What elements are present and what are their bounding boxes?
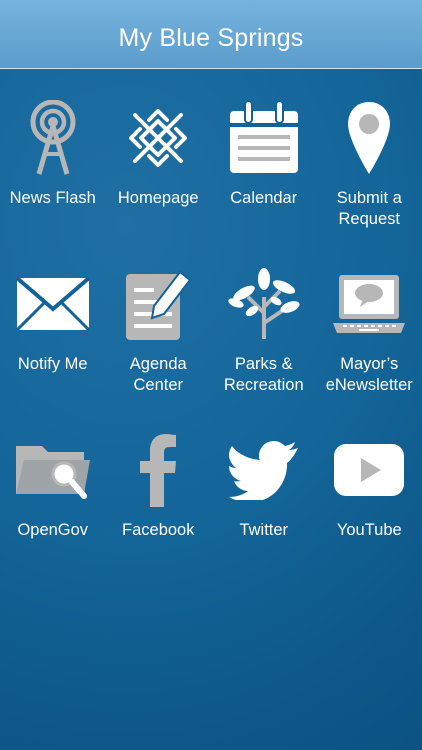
facebook-icon: [118, 430, 198, 510]
tile-twitter[interactable]: Twitter: [211, 424, 317, 590]
tile-label: News Flash: [9, 189, 96, 207]
tile-label: YouTube: [336, 521, 402, 539]
tile-label: Parks & Recreation: [223, 355, 304, 394]
tile-label: Homepage: [117, 189, 199, 207]
tile-label: OpenGov: [17, 521, 89, 539]
tile-label: Notify Me: [17, 355, 88, 373]
broadcast-tower-icon: [13, 98, 93, 178]
tile-opengov[interactable]: OpenGov: [0, 424, 106, 590]
app-title: My Blue Springs: [118, 24, 304, 52]
tile-calendar[interactable]: Calendar: [211, 92, 317, 258]
app-header: My Blue Springs: [0, 0, 422, 69]
app-tile-grid: News Flash Homepage Calendar Submit a Re…: [0, 92, 422, 590]
tile-submit-request[interactable]: Submit a Request: [317, 92, 422, 258]
tile-notify-me[interactable]: Notify Me: [0, 258, 106, 424]
tile-homepage[interactable]: Homepage: [106, 92, 212, 258]
document-pen-icon: [118, 264, 198, 344]
tile-news-flash[interactable]: News Flash: [0, 92, 106, 258]
youtube-play-icon: [329, 430, 409, 510]
tile-agenda-center[interactable]: Agenda Center: [106, 258, 212, 424]
map-pin-icon: [329, 98, 409, 178]
tile-label: Twitter: [239, 521, 289, 539]
tile-label: Calendar: [230, 189, 298, 207]
tile-label: Agenda Center: [129, 355, 187, 394]
calendar-icon: [224, 98, 304, 178]
twitter-bird-icon: [224, 430, 304, 510]
tile-label: Mayor’s eNewsletter: [325, 355, 413, 394]
tile-label: Submit a Request: [336, 189, 402, 228]
folder-search-icon: [13, 430, 93, 510]
tree-icon: [224, 264, 304, 344]
snowflake-logo-icon: [118, 98, 198, 178]
envelope-icon: [13, 264, 93, 344]
tile-youtube[interactable]: YouTube: [317, 424, 422, 590]
laptop-chat-icon: [329, 264, 409, 344]
tile-facebook[interactable]: Facebook: [106, 424, 212, 590]
tile-label: Facebook: [122, 521, 195, 539]
tile-mayors-enewsletter[interactable]: Mayor’s eNewsletter: [317, 258, 422, 424]
tile-parks-recreation[interactable]: Parks & Recreation: [211, 258, 317, 424]
